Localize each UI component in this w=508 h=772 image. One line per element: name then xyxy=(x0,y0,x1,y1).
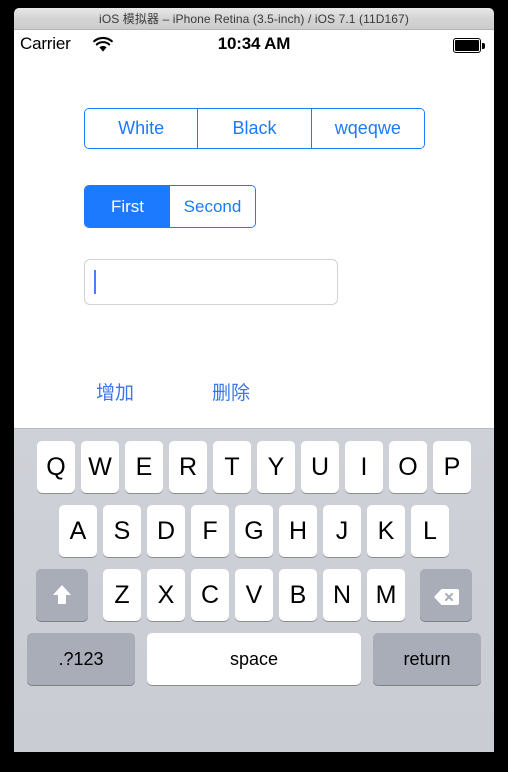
ios-status-bar: Carrier 10:34 AM xyxy=(14,30,494,60)
text-caret xyxy=(94,270,96,294)
segment-wqeqwe[interactable]: wqeqwe xyxy=(311,109,424,148)
shift-key[interactable] xyxy=(36,569,88,621)
delete-button[interactable]: 删除 xyxy=(212,378,250,405)
key-e[interactable]: E xyxy=(125,441,163,493)
ios-keyboard: Q W E R T Y U I O P A S D F G H J K L Z … xyxy=(14,428,494,752)
text-input-field[interactable] xyxy=(84,259,338,305)
key-x[interactable]: X xyxy=(147,569,185,621)
key-m[interactable]: M xyxy=(367,569,405,621)
key-g[interactable]: G xyxy=(235,505,273,557)
key-k[interactable]: K xyxy=(367,505,405,557)
simulator-window: iOS 模拟器 – iPhone Retina (3.5-inch) / iOS… xyxy=(0,0,508,772)
key-i[interactable]: I xyxy=(345,441,383,493)
segment-first[interactable]: First xyxy=(85,186,170,227)
key-z[interactable]: Z xyxy=(103,569,141,621)
key-y[interactable]: Y xyxy=(257,441,295,493)
key-o[interactable]: O xyxy=(389,441,427,493)
segmented-control-order[interactable]: First Second xyxy=(84,185,256,228)
key-f[interactable]: F xyxy=(191,505,229,557)
shift-arrow-icon xyxy=(51,583,73,607)
status-time: 10:34 AM xyxy=(217,34,291,53)
key-j[interactable]: J xyxy=(323,505,361,557)
key-a[interactable]: A xyxy=(59,505,97,557)
app-content: White Black wqeqwe First Second 增加 删除 xyxy=(14,60,494,428)
keyboard-row-3: Z X C V B N M xyxy=(14,569,494,621)
key-s[interactable]: S xyxy=(103,505,141,557)
key-c[interactable]: C xyxy=(191,569,229,621)
return-key[interactable]: return xyxy=(373,633,481,685)
key-t[interactable]: T xyxy=(213,441,251,493)
key-l[interactable]: L xyxy=(411,505,449,557)
numbers-key[interactable]: .?123 xyxy=(27,633,135,685)
device-screen: Carrier 10:34 AM White Black wqeqwe Firs… xyxy=(14,30,494,752)
key-w[interactable]: W xyxy=(81,441,119,493)
key-b[interactable]: B xyxy=(279,569,317,621)
keyboard-row-2: A S D F G H J K L xyxy=(14,505,494,557)
keyboard-row-1: Q W E R T Y U I O P xyxy=(14,441,494,493)
add-button[interactable]: 增加 xyxy=(96,378,134,405)
key-u[interactable]: U xyxy=(301,441,339,493)
battery-full-icon xyxy=(453,38,486,53)
key-h[interactable]: H xyxy=(279,505,317,557)
window-title: iOS 模拟器 – iPhone Retina (3.5-inch) / iOS… xyxy=(99,12,409,26)
keyboard-row-4: .?123 space return xyxy=(14,633,494,685)
backspace-key[interactable] xyxy=(420,569,472,621)
segment-black[interactable]: Black xyxy=(198,109,312,148)
key-r[interactable]: R xyxy=(169,441,207,493)
segment-white[interactable]: White xyxy=(85,109,199,148)
key-n[interactable]: N xyxy=(323,569,361,621)
window-titlebar[interactable]: iOS 模拟器 – iPhone Retina (3.5-inch) / iOS… xyxy=(14,8,494,30)
key-p[interactable]: P xyxy=(433,441,471,493)
key-q[interactable]: Q xyxy=(37,441,75,493)
segment-second[interactable]: Second xyxy=(170,186,255,227)
space-key[interactable]: space xyxy=(147,633,361,685)
key-d[interactable]: D xyxy=(147,505,185,557)
backspace-delete-icon xyxy=(433,585,459,605)
segmented-control-colors[interactable]: White Black wqeqwe xyxy=(84,108,425,149)
key-v[interactable]: V xyxy=(235,569,273,621)
